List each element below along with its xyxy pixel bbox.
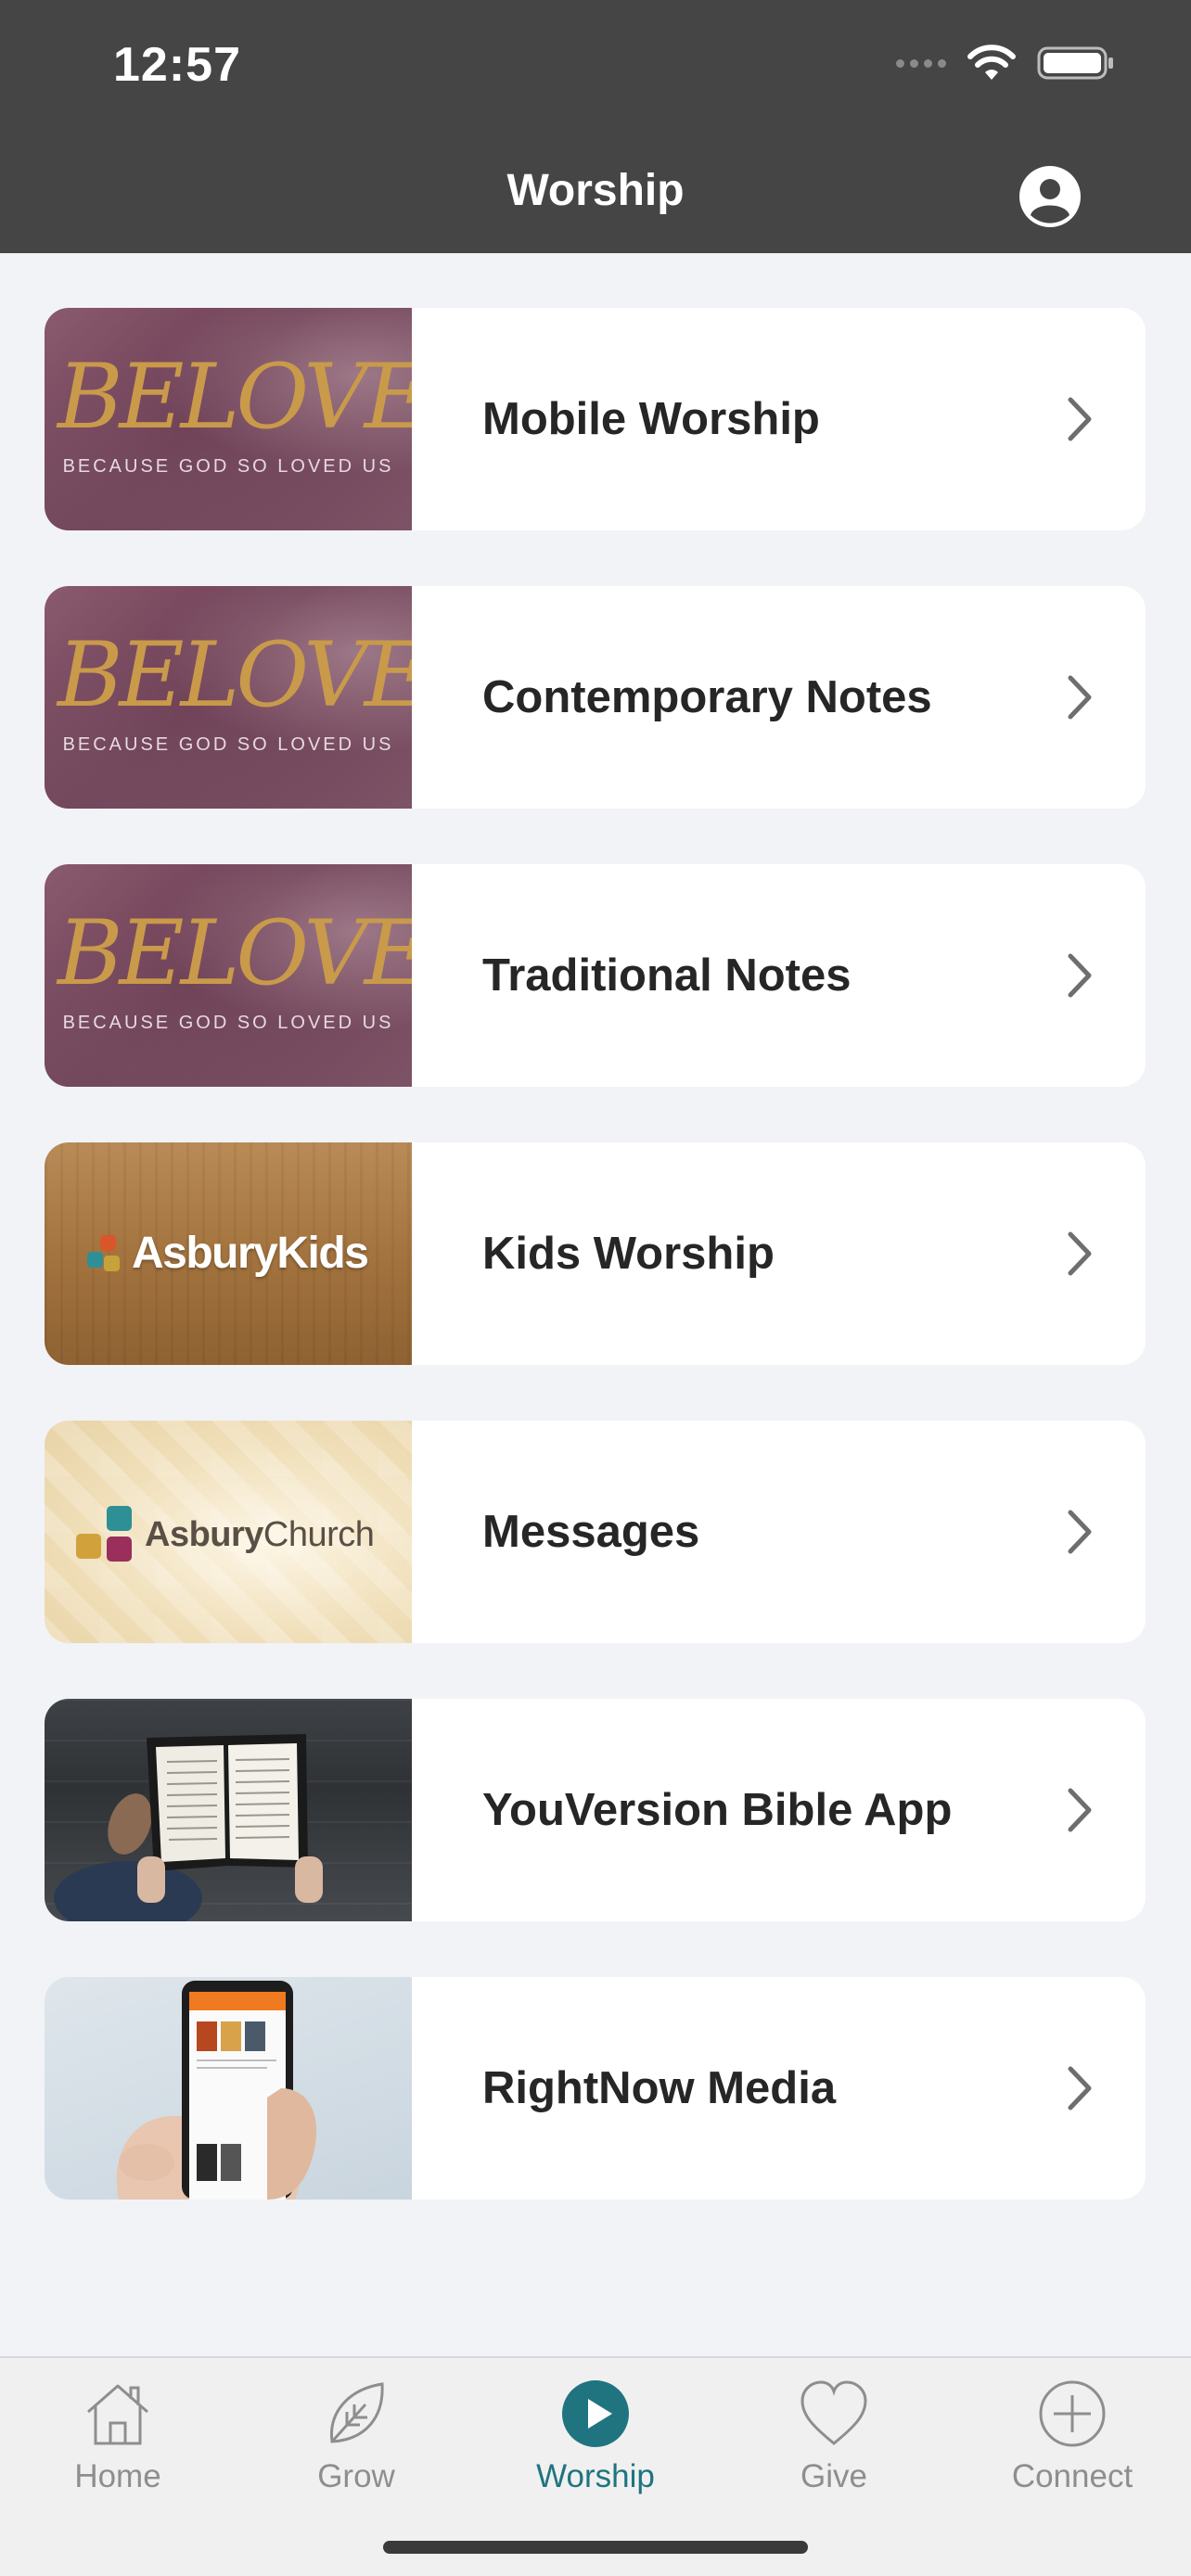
home-indicator xyxy=(383,2541,808,2554)
chevron-right-icon xyxy=(1068,1788,1092,1832)
list-item-label: Mobile Worship xyxy=(482,394,820,444)
heart-icon xyxy=(800,2380,867,2445)
chevron-right-icon xyxy=(1068,1231,1092,1276)
list-item-contemporary-notes[interactable]: BELOVED BECAUSE GOD SO LOVED US Contempo… xyxy=(45,586,1146,809)
worship-list: BELOVED BECAUSE GOD SO LOVED US Mobile W… xyxy=(45,308,1146,2255)
chevron-right-icon xyxy=(1068,397,1092,441)
open-bible-photo xyxy=(45,1699,412,1921)
beloved-thumbnail: BELOVED BECAUSE GOD SO LOVED US xyxy=(45,864,412,1087)
list-item-label: Kids Worship xyxy=(482,1229,775,1279)
worship-screen: 12:57 Worship BELOV BECAUSE GOD SO LOVED… xyxy=(0,0,1191,2576)
wifi-icon xyxy=(967,45,1016,80)
tab-label: Give xyxy=(800,2458,867,2494)
list-item-kids-worship[interactable]: AsburyKids Kids Worship xyxy=(45,1142,1146,1365)
tab-home[interactable]: Home xyxy=(25,2377,211,2495)
list-item-rightnow-media[interactable]: RightNow Media xyxy=(45,1977,1146,2200)
chevron-right-icon xyxy=(1068,2066,1092,2111)
battery-icon xyxy=(1037,46,1113,80)
list-item-mobile-worship[interactable]: BELOVED BECAUSE GOD SO LOVED US Mobile W… xyxy=(45,308,1146,530)
profile-icon[interactable] xyxy=(1017,163,1083,230)
asbury-church-thumbnail: AsburyChurch xyxy=(45,1421,412,1643)
status-time: 12:57 xyxy=(113,38,241,92)
tab-grow[interactable]: Grow xyxy=(263,2377,449,2495)
tab-give[interactable]: Give xyxy=(741,2377,927,2495)
tab-label: Connect xyxy=(1011,2458,1133,2494)
blocks-logo-icon xyxy=(76,1506,134,1563)
asbury-kids-logo-text: AsburyKids xyxy=(132,1229,369,1278)
phone-app-photo xyxy=(45,1977,412,2200)
beloved-subtitle: BECAUSE GOD SO LOVED US xyxy=(62,734,394,755)
list-item-youversion[interactable]: YouVersion Bible App xyxy=(45,1699,1146,1921)
list-item-label: YouVersion Bible App xyxy=(482,1785,953,1835)
tab-label: Home xyxy=(74,2458,161,2494)
beloved-title: BELOVED xyxy=(58,623,412,727)
list-item-label: RightNow Media xyxy=(482,2063,837,2113)
house-icon xyxy=(87,2384,148,2445)
list-item-traditional-notes[interactable]: BELOVED BECAUSE GOD SO LOVED US Traditio… xyxy=(45,864,1146,1087)
asbury-church-logo-text: AsburyChurch xyxy=(145,1514,375,1554)
status-icons xyxy=(896,45,1115,82)
tab-connect[interactable]: Connect xyxy=(980,2377,1165,2495)
chevron-right-icon xyxy=(1068,675,1092,720)
list-item-messages[interactable]: AsburyChurch Messages xyxy=(45,1421,1146,1643)
beloved-subtitle: BECAUSE GOD SO LOVED US xyxy=(62,456,394,477)
page-title: Worship xyxy=(506,166,685,215)
chevron-right-icon xyxy=(1068,1510,1092,1554)
asbury-kids-logo: AsburyKids xyxy=(87,1228,369,1279)
asbury-kids-thumbnail: AsburyKids xyxy=(45,1142,412,1365)
beloved-title: BELOVED xyxy=(58,345,412,449)
blocks-logo-icon xyxy=(87,1234,122,1272)
plus-circle-icon xyxy=(1039,2380,1106,2447)
play-circle-icon xyxy=(562,2380,629,2447)
app-header: 12:57 Worship xyxy=(0,0,1191,253)
leaf-icon xyxy=(330,2382,384,2443)
asbury-church-logo: AsburyChurch xyxy=(76,1506,375,1563)
signal-icon xyxy=(896,58,946,68)
beloved-title: BELOVED xyxy=(58,901,412,1005)
tab-label: Worship xyxy=(536,2458,655,2494)
chevron-right-icon xyxy=(1068,953,1092,998)
tab-label: Grow xyxy=(317,2458,395,2494)
list-item-label: Traditional Notes xyxy=(482,950,852,1001)
beloved-thumbnail: BELOVED BECAUSE GOD SO LOVED US xyxy=(45,308,412,530)
list-item-label: Contemporary Notes xyxy=(482,672,932,722)
tab-worship[interactable]: Worship xyxy=(503,2377,688,2495)
beloved-thumbnail: BELOVED BECAUSE GOD SO LOVED US xyxy=(45,586,412,809)
beloved-subtitle: BECAUSE GOD SO LOVED US xyxy=(62,1013,394,1033)
list-item-label: Messages xyxy=(482,1507,700,1557)
